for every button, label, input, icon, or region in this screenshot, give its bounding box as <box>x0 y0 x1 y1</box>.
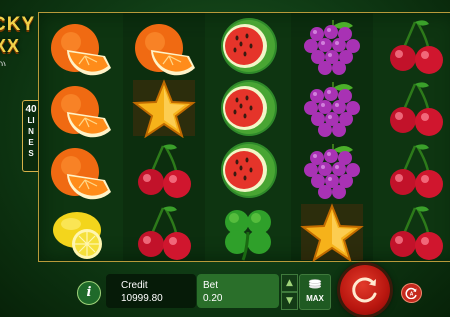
orange-icon <box>39 77 121 139</box>
reel-2 <box>123 13 205 261</box>
orange-icon <box>39 139 121 201</box>
max-bet-label: MAX <box>306 294 324 303</box>
watermelon-icon <box>207 15 289 77</box>
game-logo: CKY XX 0) <box>0 6 34 66</box>
cherry-icon <box>375 139 450 201</box>
logo-line-3: 0) <box>0 60 7 66</box>
reel-4 <box>291 13 373 263</box>
max-bet-button[interactable]: MAX <box>299 274 331 310</box>
svg-text:A: A <box>410 292 414 298</box>
credit-display: Credit 10999.80 <box>106 274 196 308</box>
orange-icon <box>39 15 121 77</box>
autoplay-button[interactable]: A <box>401 283 422 303</box>
cherry-icon <box>123 201 205 263</box>
bet-value: 0.20 <box>203 293 223 304</box>
bet-display: Bet 0.20 <box>197 274 279 308</box>
reels-area <box>38 12 450 262</box>
logo-line-1: CKY <box>0 14 34 35</box>
credit-label: Credit <box>121 280 148 291</box>
cherry-icon <box>375 201 450 263</box>
spin-button[interactable] <box>340 265 390 315</box>
paylines-indicator: 40 LINES <box>22 100 39 172</box>
paylines-label: LINES <box>27 116 35 158</box>
orange-icon <box>123 15 205 77</box>
coin-stack-icon <box>308 279 322 289</box>
lemon-icon <box>39 201 121 263</box>
grapes-icon <box>291 139 373 201</box>
clover-icon <box>207 201 289 263</box>
logo-line-2: XX <box>0 36 21 56</box>
watermelon-icon <box>207 77 289 139</box>
cherry-icon <box>375 77 450 139</box>
star-icon <box>291 201 373 263</box>
bet-label: Bet <box>203 280 219 291</box>
reel-3 <box>207 13 289 261</box>
bet-decrease-button[interactable]: ▼ <box>281 292 298 310</box>
cherry-icon <box>123 139 205 201</box>
grapes-icon <box>291 77 373 139</box>
credit-value: 10999.80 <box>121 293 163 304</box>
cherry-icon <box>375 15 450 77</box>
star-icon <box>123 77 205 139</box>
reel-5 <box>375 13 450 261</box>
spin-arrow-icon <box>352 277 377 303</box>
info-button[interactable]: i <box>77 281 101 305</box>
reel-1 <box>39 13 121 261</box>
bet-increase-button[interactable]: ▲ <box>281 274 298 292</box>
watermelon-icon <box>207 139 289 201</box>
paylines-count: 40 <box>25 104 37 115</box>
grapes-icon <box>291 15 373 77</box>
autoplay-icon: A <box>405 287 417 299</box>
